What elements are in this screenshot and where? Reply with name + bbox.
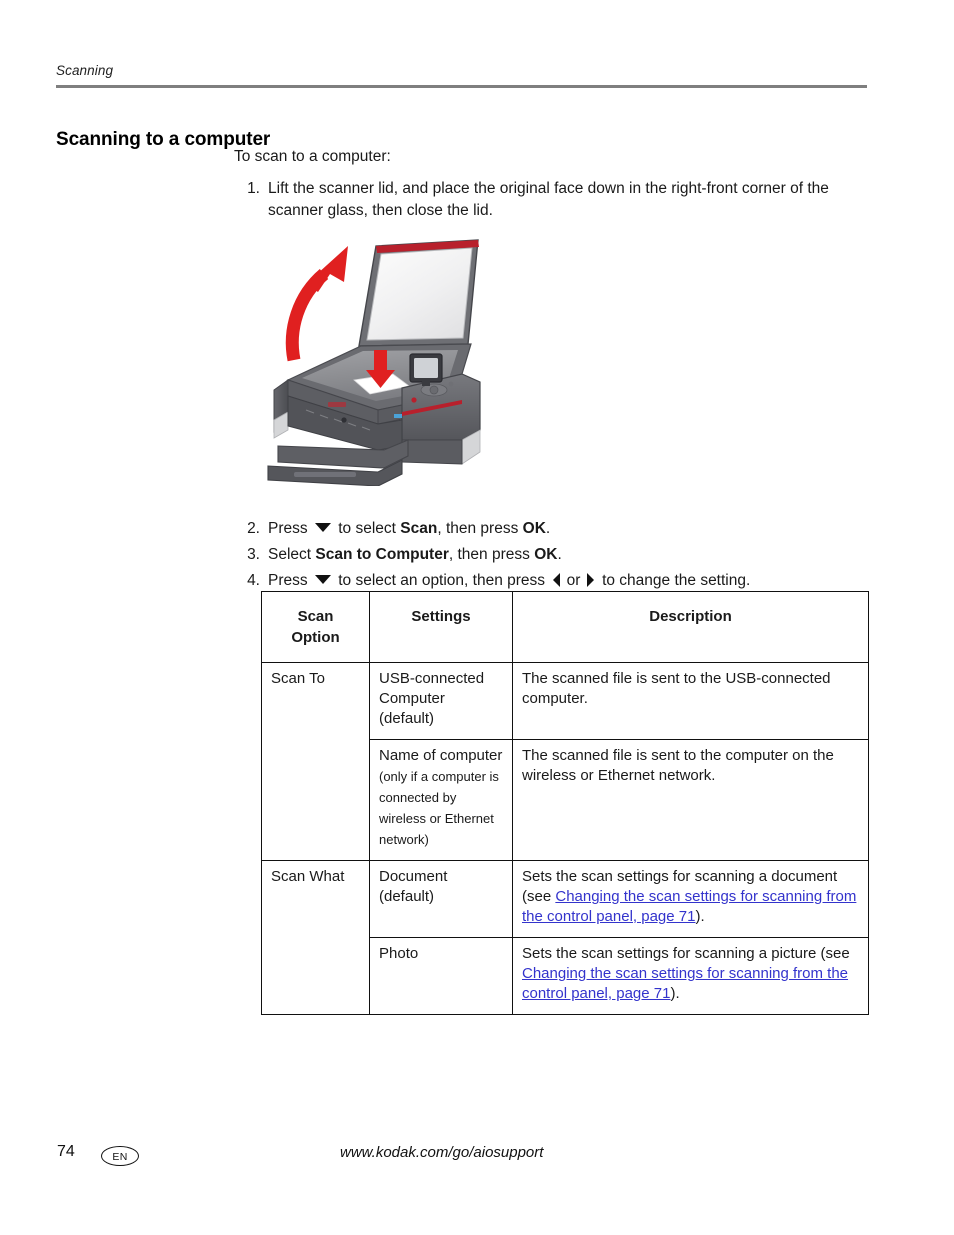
kodak-brand-mark	[328, 402, 346, 407]
scanner-lid	[358, 239, 479, 347]
power-button	[411, 397, 417, 403]
step-3-then-press: , then press	[448, 546, 530, 563]
column-header-settings: Settings	[369, 591, 513, 663]
step-2: 2. Press to select Scan, then press OK.	[234, 518, 868, 540]
step-1: 1. Lift the scanner lid, and place the o…	[234, 178, 868, 222]
cell-scan-option-scan-to: Scan To	[261, 662, 370, 861]
header-line-1: Scan	[297, 608, 334, 625]
step-2-number: 2.	[247, 520, 260, 537]
cell-description-document: Sets the scan settings for scanning a do…	[512, 860, 869, 938]
step-2-menu-scan: Scan	[400, 520, 438, 537]
step-2-word-press: Press	[268, 520, 312, 537]
setting-main: USB-connected Computer	[379, 670, 485, 707]
lcd-display	[409, 353, 443, 386]
printer-left-side	[273, 379, 289, 439]
step-3-number: 3.	[247, 546, 260, 563]
column-header-description: Description	[512, 591, 869, 663]
setting-default-note: (default)	[379, 710, 435, 727]
cross-reference-link[interactable]: Changing the scan settings for scanning …	[522, 888, 856, 925]
step-3-button-ok: OK	[534, 546, 558, 563]
cell-scan-option-scan-what: Scan What	[261, 860, 370, 1015]
support-url: www.kodak.com/go/aiosupport	[340, 1144, 544, 1161]
cell-setting-document: Document (default)	[369, 860, 513, 938]
header-rule	[56, 85, 867, 88]
table-row: Scan What Document (default) Sets the sc…	[261, 860, 869, 1015]
step-3-text: Select Scan to Computer, then press OK.	[268, 544, 868, 566]
cell-description-photo: Sets the scan settings for scanning a pi…	[512, 937, 869, 1015]
status-indicator	[394, 414, 402, 418]
page-number: 74	[57, 1143, 75, 1160]
down-arrow-glyph	[314, 523, 331, 533]
table-row: Scan To USB-connected Computer (default)…	[261, 662, 869, 861]
column-header-scan-option: Scan Option	[261, 591, 370, 663]
lift-lid-arrow	[285, 246, 348, 362]
ok-button	[429, 385, 439, 395]
setting-main: Name of computer	[379, 747, 503, 764]
header-line-2: Option	[291, 629, 340, 646]
table-header-row: Scan Option Settings Description	[261, 591, 869, 663]
step-4-text: Press to select an option, then press or…	[268, 570, 868, 592]
setting-main: Document	[379, 868, 448, 885]
step-4: 4. Press to select an option, then press…	[234, 570, 868, 592]
step-1-number: 1.	[247, 180, 260, 197]
cell-description-usb-connected: The scanned file is sent to the USB-conn…	[512, 662, 869, 740]
cross-reference-link[interactable]: Changing the scan settings for scanning …	[522, 965, 848, 1002]
step-4-word-or: or	[562, 572, 585, 589]
printer-illustration	[266, 234, 514, 486]
cell-description-network: The scanned file is sent to the computer…	[512, 739, 869, 861]
setting-main: Photo	[379, 945, 419, 962]
description-prefix: Sets the scan settings for scanning a pi…	[522, 945, 850, 962]
step-4-word-press: Press	[268, 572, 312, 589]
step-2-then-press: , then press	[437, 520, 519, 537]
scan-options-table: Scan Option Settings Description Scan To…	[261, 591, 869, 1015]
language-badge: EN	[101, 1146, 139, 1166]
left-arrow-glyph	[553, 572, 561, 587]
step-2-period: .	[545, 520, 551, 537]
cell-setting-usb-connected-computer: USB-connected Computer (default)	[369, 662, 513, 740]
step-2-button-ok: OK	[522, 520, 546, 537]
setting-condition-note: (only if a computer is connected by wire…	[379, 769, 499, 847]
down-arrow-glyph	[314, 575, 331, 585]
cell-setting-photo: Photo	[369, 937, 513, 1015]
step-4-select-option: to select an option, then press	[333, 572, 550, 589]
step-3-word-select: Select	[268, 546, 316, 563]
intro-text: To scan to a computer:	[234, 148, 391, 165]
step-4-change-setting: to change the setting.	[597, 572, 751, 589]
step-3-period: .	[557, 546, 562, 563]
description-suffix: ).	[695, 908, 705, 925]
tray-grip	[294, 472, 356, 477]
setting-default-note: (default)	[379, 888, 435, 905]
step-4-number: 4.	[247, 572, 260, 589]
cell-setting-name-of-computer: Name of computer (only if a computer is …	[369, 739, 513, 861]
running-header: Scanning	[56, 63, 114, 78]
right-arrow-glyph	[586, 572, 594, 587]
step-2-word-select: to select	[333, 520, 401, 537]
step-3: 3. Select Scan to Computer, then press O…	[234, 544, 868, 566]
step-2-text: Press to select Scan, then press OK.	[268, 518, 868, 540]
step-1-text: Lift the scanner lid, and place the orig…	[268, 180, 829, 219]
description-suffix: ).	[670, 985, 680, 1002]
step-3-menu-scan-to-computer: Scan to Computer	[315, 546, 449, 563]
